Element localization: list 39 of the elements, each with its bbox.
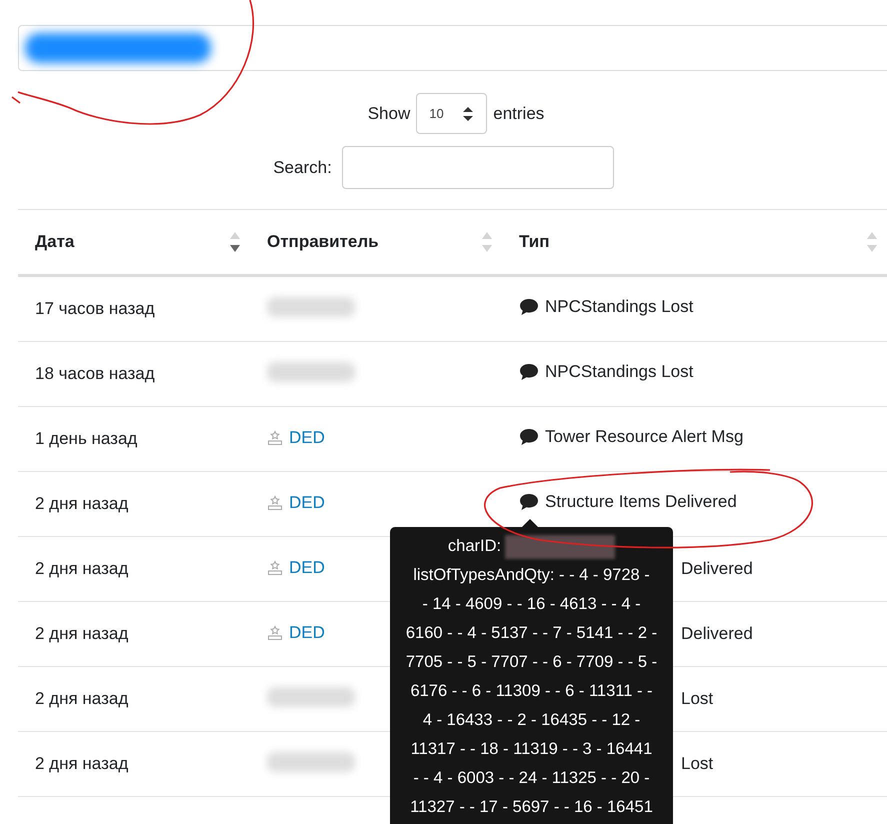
badge-icon [267,624,283,640]
type-text: Tower Resource Alert Msg [545,427,744,447]
date-cell: 2 дня назад [18,602,250,666]
date-cell: 2 дня назад [18,666,250,732]
speech-bubble-icon [519,363,539,381]
date-cell: 2 дня назад [18,536,250,602]
type-text: Delivered [681,559,753,579]
char-id-label: charID: [448,536,502,557]
date-cell: 2 дня назад [18,472,250,536]
date-cell: 1 день назад [18,406,250,472]
type-text: Lost [681,754,714,774]
type-text: Lost [681,689,714,709]
badge-icon [267,430,283,446]
sender-link[interactable]: DED [289,492,325,512]
date-cell: 2 дня назад [18,732,250,796]
column-header[interactable]: Тип [502,210,887,276]
type-text: NPCStandings Lost [545,362,694,382]
column-header[interactable]: Дата [18,210,250,276]
column-header[interactable]: Отправитель [250,210,502,276]
entries-label: entries [493,104,544,124]
date-cell: 18 часов назад [18,342,250,406]
sender-link[interactable]: DED [289,558,325,578]
badge-icon [267,560,283,576]
entries-select[interactable]: 10 [416,93,488,134]
speech-bubble-icon [519,493,539,511]
type-text: Structure Items Delivered [545,492,737,512]
type-text: Delivered [681,624,753,644]
sender-link[interactable]: DED [289,428,325,448]
search-field[interactable] [342,146,614,189]
badge-icon [267,494,283,510]
search-label: Search: [273,158,332,178]
speech-bubble-icon [519,428,539,446]
speech-bubble-icon [519,298,539,316]
date-cell: 17 часов назад [18,276,250,342]
show-label: Show [368,104,410,124]
types-quantity-text: listOfTypesAndQty: - - 4 - 9728 - - 14 - 4609 - - 16 - 4613 - - 4 - 6160 - - 4 - 5137 - - 7 - 5141 - - 2 - 7705 - - 5 - 7707 - - 6 - 7709 - - 5 - 6176 - - 6 - 11309 - - 6 - 11311 - - 4 - 16433 - - 2 - 16435 - - 12 - 11317 - - 18 - 11319 - - 3 - 16441 - - 4 - 6003 - - 24 - 11325 - - 20 - 11327 - - 17 - 5697 - - 16 - 16451 [404,565,658,818]
updown-caret-icon [462,106,474,122]
type-text: NPCStandings Lost [545,297,694,317]
sender-link[interactable]: DED [289,622,325,642]
